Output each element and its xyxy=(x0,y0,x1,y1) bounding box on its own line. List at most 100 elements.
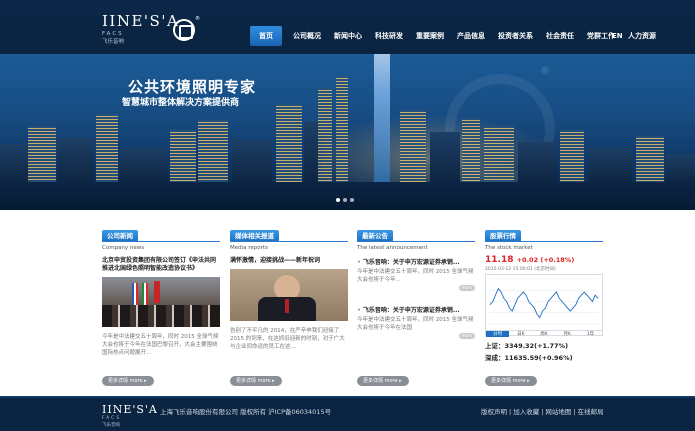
company-news-section: 公司新闻 Company news 北京申贸投资集团有限公司签订《申法共同推进北… xyxy=(102,230,220,390)
skyline-building xyxy=(28,126,56,184)
shenzhen-index-label: 深成： xyxy=(485,354,505,362)
nav-item-csr[interactable]: 社会责任 xyxy=(541,26,579,46)
stock-price-change: +0.02 (+0.18%) xyxy=(516,256,575,264)
announcement-item[interactable]: • 飞乐音响：关于申万宏源证券承销... 今年是中法建交五十周年，同时 2015 … xyxy=(357,305,475,339)
announcements-more-button[interactable]: 更多详情 more ▸ xyxy=(357,376,409,386)
footer-link-separator: | xyxy=(573,408,576,416)
footer-logo[interactable]: IINE'S'A xyxy=(102,403,158,416)
carousel-dots xyxy=(336,198,357,202)
announcements-section: 最新公告 The latest announcement • 飞乐音响：关于申万宏… xyxy=(357,230,475,390)
nav-item-investors[interactable]: 投资者关系 xyxy=(493,26,538,46)
skyline-building xyxy=(198,120,228,184)
people-row xyxy=(102,305,220,327)
footer-link-bookmark[interactable]: 加入收藏 xyxy=(513,408,539,416)
stock-chart-svg xyxy=(489,278,599,325)
announcement-desc: 今年是中法建交五十周年，同时 2015 全球气候大会也将于今年在法国 xyxy=(357,317,474,331)
footer-link-copyright[interactable]: 版权声明 xyxy=(481,408,507,416)
media-reports-headline[interactable]: 满怀激情，迎接挑战——新年祝词 xyxy=(230,257,348,265)
announcement-title[interactable]: 飞乐音响：关于申万宏源证券承销... xyxy=(363,259,460,266)
skyline-building xyxy=(96,114,118,184)
stock-tab-daily[interactable]: 日K xyxy=(509,331,532,337)
carousel-dot[interactable] xyxy=(350,198,354,202)
stock-price: 11.18 +0.02 (+0.18%) xyxy=(485,255,603,265)
main-nav: 首页 公司概况 新闻中心 科技研发 重要案例 产品信息 投资者关系 社会责任 党… xyxy=(250,26,664,46)
company-news-more-button[interactable]: 更多详情 more ▸ xyxy=(102,376,154,386)
media-reports-more-button[interactable]: 更多详情 more ▸ xyxy=(230,376,282,386)
bullet-icon: • xyxy=(357,307,361,314)
nav-item-products[interactable]: 产品信息 xyxy=(452,26,490,46)
flag-italy xyxy=(142,283,148,305)
nav-item-rnd[interactable]: 科技研发 xyxy=(370,26,408,46)
media-reports-photo[interactable] xyxy=(230,269,348,321)
announcement-more-tag[interactable]: more xyxy=(459,285,475,291)
footer-logo-subtitle: FACS xyxy=(102,416,122,421)
stock-tab-weekly[interactable]: 周K xyxy=(532,331,555,337)
stock-more-button[interactable]: 更多详情 more ▸ xyxy=(485,376,537,386)
logo-wordmark: IINE'S'A xyxy=(102,12,180,30)
registered-mark: ® xyxy=(195,16,200,22)
nav-item-hr[interactable]: 人力资源 xyxy=(623,26,661,46)
stock-timestamp: 2015-03-12 15:00:01 (北京时间) xyxy=(485,267,556,272)
skyline-building xyxy=(462,118,480,184)
skyline-building xyxy=(276,104,302,184)
main-content: 公司新闻 Company news 北京申贸投资集团有限公司签订《申法共同推进北… xyxy=(0,210,695,396)
hero-banner[interactable]: 公共环境照明专家 智慧城市整体解决方案提供商 ® xyxy=(0,54,695,210)
logo-subtitle-cn: 飞乐音响 xyxy=(102,39,125,45)
skyline-building xyxy=(170,130,196,184)
media-reports-body: 告别了不平凡的 2014，在严辛申我们迎接了 2015 的到来，在这抓旧迎新的时… xyxy=(230,328,345,350)
company-news-headline[interactable]: 北京申贸投资集团有限公司签订《申法共同推进北国绿色照明智能改造协议书》 xyxy=(102,257,220,273)
announcement-desc: 今年是中法建交五十周年，同时 2015 全球气候大会也将于今年... xyxy=(357,269,474,283)
stock-chart[interactable]: 分时 日K 周K 月K 1年 xyxy=(485,274,603,337)
shenzhen-index: 深成：11635.59(+0.96%) xyxy=(485,352,603,362)
carousel-dot[interactable] xyxy=(343,198,347,202)
skyline-building xyxy=(120,148,168,184)
media-reports-en-title: Media reports xyxy=(230,245,268,251)
company-news-en-title: Company news xyxy=(102,245,145,251)
announcement-more-tag[interactable]: more xyxy=(459,333,475,339)
stock-tab-monthly[interactable]: 月K xyxy=(556,331,579,337)
chart-series-line xyxy=(489,287,599,319)
skyline-building xyxy=(588,148,632,184)
stock-market-en-title: The stock market xyxy=(485,245,533,251)
footer-copyright: 上海飞乐音响股份有限公司 版权所有 沪ICP备06034015号 xyxy=(160,408,332,416)
nav-item-news[interactable]: 新闻中心 xyxy=(329,26,367,46)
footer-link-sitemap[interactable]: 网站地图 xyxy=(545,408,571,416)
skyline-building xyxy=(636,136,664,184)
nav-item-company[interactable]: 公司概况 xyxy=(288,26,326,46)
skyline-building xyxy=(430,132,460,184)
footer-link-separator: | xyxy=(509,408,512,416)
section-divider xyxy=(102,241,220,242)
announcement-item[interactable]: • 飞乐音响：关于申万宏源证券承销... 今年是中法建交五十周年，同时 2015 … xyxy=(357,257,475,291)
shanghai-index: 上证：3349.32(+1.77%) xyxy=(485,340,603,350)
media-reports-section: 媒体相关报道 Media reports 满怀激情，迎接挑战——新年祝词 告别了… xyxy=(230,230,348,390)
skyline-building xyxy=(560,130,584,184)
skyline-building xyxy=(484,126,514,184)
banner-title: 公共环境照明专家 xyxy=(128,78,257,96)
skyline-building xyxy=(58,138,94,184)
nav-item-home[interactable]: 首页 xyxy=(250,26,282,46)
stock-period-tabs: 分时 日K 周K 月K 1年 xyxy=(486,330,602,337)
bullet-icon: • xyxy=(357,259,361,266)
announcement-title[interactable]: 飞乐音响：关于申万宏源证券承销... xyxy=(363,307,460,314)
stock-tab-intraday[interactable]: 分时 xyxy=(486,331,510,337)
shanghai-index-label: 上证： xyxy=(485,342,505,350)
carousel-dot[interactable] xyxy=(336,198,340,202)
banner-subtitle: 智慧城市整体解决方案提供商 xyxy=(122,98,240,108)
site-logo[interactable]: IINE'S'A FACS 飞乐音响 xyxy=(102,12,180,46)
stock-tab-year[interactable]: 1年 xyxy=(579,331,602,337)
footer-logo-subtitle-cn: 飞乐音响 xyxy=(102,423,120,428)
section-divider xyxy=(357,241,475,242)
skyline-building xyxy=(518,142,558,184)
footer-link-webmail[interactable]: 在线邮局 xyxy=(578,408,604,416)
skyline-building xyxy=(232,140,272,184)
skyline-building xyxy=(666,154,695,184)
company-news-photo[interactable] xyxy=(102,277,220,327)
nav-item-cases[interactable]: 重要案例 xyxy=(411,26,449,46)
lang-switch-en[interactable]: EN xyxy=(612,26,623,46)
site-footer: IINE'S'A FACS 飞乐音响 上海飞乐音响股份有限公司 版权所有 沪IC… xyxy=(0,396,695,431)
site-header: IINE'S'A FACS 飞乐音响 ® 首页 公司概况 新闻中心 科技研发 重… xyxy=(0,0,695,54)
flag-france xyxy=(132,283,138,305)
footer-links: 版权声明 | 加入收藏 | 网站地图 | 在线邮局 xyxy=(481,406,604,416)
speaker-tie xyxy=(285,299,289,313)
flag-china xyxy=(154,281,160,303)
